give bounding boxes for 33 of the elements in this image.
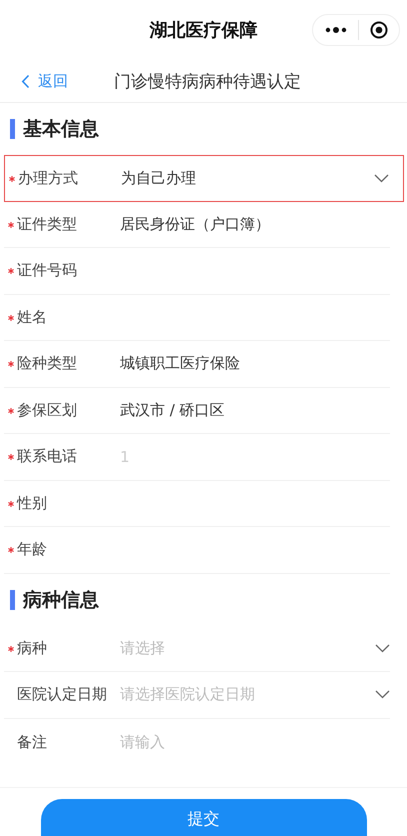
page-title: 门诊慢特病病种待遇认定 [114,70,301,92]
select-field[interactable]: 请选择 [120,638,165,658]
chevron-left-icon [21,74,30,88]
target-icon[interactable] [370,21,388,39]
select-field[interactable]: 为自己办理 [121,168,374,188]
field-label: 医院认定日期 [17,685,108,704]
field-value: 武汉市 / 硚口区 [120,400,226,420]
field-label: 性别 [17,494,48,513]
field-label: 参保区划 [17,400,78,420]
field-label: 联系电话 [17,447,78,466]
field-value: 居民身份证（户口簿） [120,214,271,234]
input-field[interactable]: 请输入 [120,732,165,752]
more-icon[interactable] [324,26,346,34]
section-title: 基本信息 [23,117,99,142]
chevron-down-icon[interactable] [375,690,390,700]
field-label: 姓名 [17,308,48,327]
field-label: 备注 [17,732,48,752]
field-label: 证件号码 [17,261,78,280]
field-label: 年龄 [17,540,48,560]
app-title: 湖北医疗保障 [150,19,258,42]
chevron-down-icon[interactable] [375,644,390,653]
field-label: 病种 [17,638,48,658]
section-marker [10,590,15,610]
back-button[interactable]: 返回 [21,72,68,90]
section-title: 病种信息 [23,588,99,612]
field-label: 证件类型 [17,214,78,234]
select-field[interactable]: 请选择医院认定日期 [120,685,255,704]
field-label: 险种类型 [17,354,78,374]
field-value: 城镇职工医疗保险 [120,354,241,374]
chevron-down-icon[interactable] [374,174,389,183]
submit-button[interactable]: 提交 [40,798,366,836]
section-marker [10,119,15,139]
field-label: 办理方式 [18,168,79,188]
